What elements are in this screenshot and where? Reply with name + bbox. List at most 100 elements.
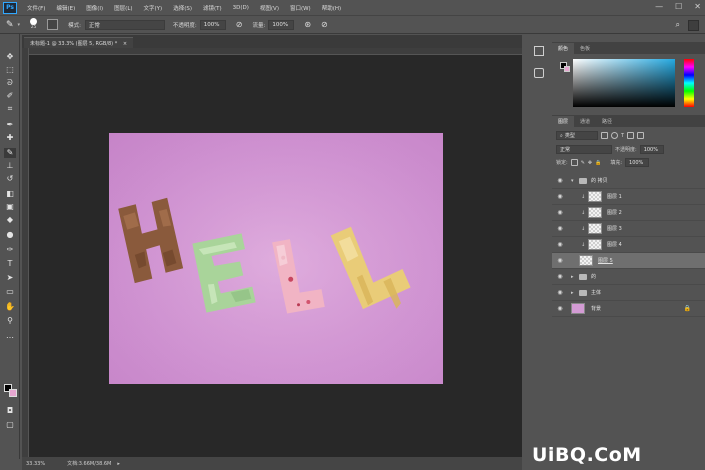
mode-dropdown[interactable]: 正常: [84, 19, 165, 30]
background-color-swatch[interactable]: [9, 389, 17, 397]
hue-slider[interactable]: [684, 59, 694, 107]
layer-row-selected[interactable]: ◉ 图层 5: [552, 253, 705, 269]
marquee-tool-icon[interactable]: ⬚: [4, 65, 16, 75]
tab-channels[interactable]: 通道: [574, 116, 596, 127]
menu-view[interactable]: 视图(V): [260, 4, 279, 12]
chevron-down-icon[interactable]: ▾: [18, 22, 21, 28]
path-selection-tool-icon[interactable]: ➤: [4, 273, 16, 283]
layer-row[interactable]: ◉ ↓ 图层 2: [552, 205, 705, 221]
layer-row[interactable]: ◉ 背景 🔒: [552, 301, 705, 317]
airbrush-icon[interactable]: ⊛: [304, 20, 311, 29]
dodge-tool-icon[interactable]: ●: [4, 230, 16, 240]
layer-opacity-input[interactable]: 100%: [639, 145, 664, 154]
lock-all-icon[interactable]: 🔒: [595, 160, 601, 166]
document-tab[interactable]: 未标题-1 @ 33.3% (图层 5, RGB/8) * ×: [24, 37, 134, 48]
chevron-right-icon[interactable]: ▸: [571, 290, 574, 296]
filter-adjustment-icon[interactable]: [611, 132, 618, 139]
search-icon[interactable]: ⌕: [676, 20, 680, 31]
mini-color-swatches[interactable]: [560, 62, 570, 72]
layer-filter-dropdown[interactable]: ⌕ 类型: [556, 131, 598, 140]
fill-input[interactable]: 100%: [625, 158, 650, 167]
more-tools-icon[interactable]: …: [4, 331, 16, 341]
eye-icon[interactable]: ◉: [556, 273, 564, 281]
menu-image[interactable]: 图像(I): [86, 4, 103, 12]
document-size[interactable]: 文档:3.66M/38.6M: [67, 460, 111, 467]
tab-color[interactable]: 颜色: [552, 43, 575, 54]
layer-row[interactable]: ◉ ↓ 图层 3: [552, 221, 705, 237]
tab-layers[interactable]: 图层: [552, 116, 575, 127]
lock-image-icon[interactable]: ✎: [581, 160, 585, 166]
layer-row[interactable]: ◉ ▸ 的: [552, 269, 705, 285]
healing-brush-tool-icon[interactable]: ✚: [4, 133, 16, 143]
menu-filter[interactable]: 滤镜(T): [203, 4, 222, 12]
blur-tool-icon[interactable]: ◆: [4, 215, 16, 225]
pen-tool-icon[interactable]: ✑: [4, 245, 16, 255]
layer-row[interactable]: ◉ ▸ 主体: [552, 285, 705, 301]
pressure-opacity-icon[interactable]: ⊘: [236, 20, 243, 29]
tab-swatches[interactable]: 色板: [574, 43, 596, 54]
brush-preset-icon[interactable]: ✎: [6, 20, 14, 30]
brush-size-picker[interactable]: 25: [30, 18, 38, 31]
filter-smart-object-icon[interactable]: [637, 132, 645, 139]
close-tab-icon[interactable]: ×: [123, 41, 127, 47]
menu-type[interactable]: 文字(Y): [144, 4, 163, 12]
menu-window[interactable]: 窗口(W): [290, 4, 311, 12]
minimize-button[interactable]: —: [655, 2, 663, 11]
pressure-size-icon[interactable]: ⊘: [321, 20, 328, 29]
color-picker-field[interactable]: [573, 59, 675, 107]
chevron-right-icon[interactable]: ▸: [571, 274, 574, 280]
close-button[interactable]: ✕: [694, 2, 701, 11]
document-canvas[interactable]: [109, 133, 443, 384]
eye-icon[interactable]: ◉: [556, 241, 564, 249]
properties-panel-icon[interactable]: [534, 68, 544, 78]
type-tool-icon[interactable]: T: [4, 259, 16, 269]
lock-position-icon[interactable]: ✥: [588, 160, 592, 166]
tab-paths[interactable]: 路径: [596, 116, 618, 127]
lasso-tool-icon[interactable]: ᘐ: [4, 78, 16, 88]
move-tool-icon[interactable]: ✥: [4, 52, 16, 62]
menu-3d[interactable]: 3D(D): [233, 5, 249, 11]
menu-edit[interactable]: 编辑(E): [56, 4, 75, 12]
quick-mask-icon[interactable]: ◘: [4, 406, 16, 416]
workspace-switcher-icon[interactable]: [688, 20, 699, 31]
menu-help[interactable]: 帮助(H): [322, 4, 341, 12]
layer-row[interactable]: ◉ ▾ 的 拷贝: [552, 173, 705, 189]
rectangle-tool-icon[interactable]: ▭: [4, 287, 16, 297]
filter-type-icon[interactable]: T: [621, 133, 624, 139]
chevron-right-icon[interactable]: ▸: [117, 461, 120, 467]
hand-tool-icon[interactable]: ✋: [4, 302, 16, 312]
filter-shape-icon[interactable]: [627, 132, 635, 139]
gradient-tool-icon[interactable]: ▣: [4, 202, 16, 212]
flow-input[interactable]: 100%: [268, 19, 295, 30]
zoom-level[interactable]: 33.33%: [26, 461, 45, 467]
menu-select[interactable]: 选择(S): [173, 4, 192, 12]
eye-icon[interactable]: ◉: [556, 193, 564, 201]
eyedropper-tool-icon[interactable]: ✒: [4, 120, 16, 130]
zoom-tool-icon[interactable]: ⚲: [4, 316, 16, 326]
opacity-input[interactable]: 100%: [199, 19, 226, 30]
blend-mode-dropdown[interactable]: 正常: [556, 145, 612, 154]
brush-tool-icon[interactable]: ✎: [4, 148, 16, 158]
brush-panel-toggle-icon[interactable]: [47, 19, 59, 30]
layer-row[interactable]: ◉ ↓ 图层 4: [552, 237, 705, 253]
eraser-tool-icon[interactable]: ◧: [4, 189, 16, 199]
history-brush-tool-icon[interactable]: ↺: [4, 174, 16, 184]
screen-mode-icon[interactable]: ▢: [4, 420, 16, 430]
lock-transparency-icon[interactable]: [570, 159, 578, 166]
mini-background-swatch[interactable]: [564, 66, 570, 72]
chevron-down-icon[interactable]: ▾: [571, 178, 574, 184]
eye-icon[interactable]: ◉: [556, 225, 564, 233]
eye-icon[interactable]: ◉: [556, 209, 564, 217]
maximize-button[interactable]: ☐: [675, 2, 682, 11]
eye-icon[interactable]: ◉: [556, 177, 564, 185]
eye-icon[interactable]: ◉: [556, 305, 564, 313]
quick-select-tool-icon[interactable]: ✐: [4, 91, 16, 101]
history-panel-icon[interactable]: [534, 46, 544, 56]
crop-tool-icon[interactable]: ⌗: [4, 104, 16, 114]
menu-layer[interactable]: 图层(L): [114, 4, 132, 12]
eye-icon[interactable]: ◉: [556, 257, 564, 265]
menu-file[interactable]: 文件(F): [27, 4, 45, 12]
layer-row[interactable]: ◉ ↓ 图层 1: [552, 189, 705, 205]
filter-pixel-icon[interactable]: [601, 132, 608, 139]
eye-icon[interactable]: ◉: [556, 289, 564, 297]
